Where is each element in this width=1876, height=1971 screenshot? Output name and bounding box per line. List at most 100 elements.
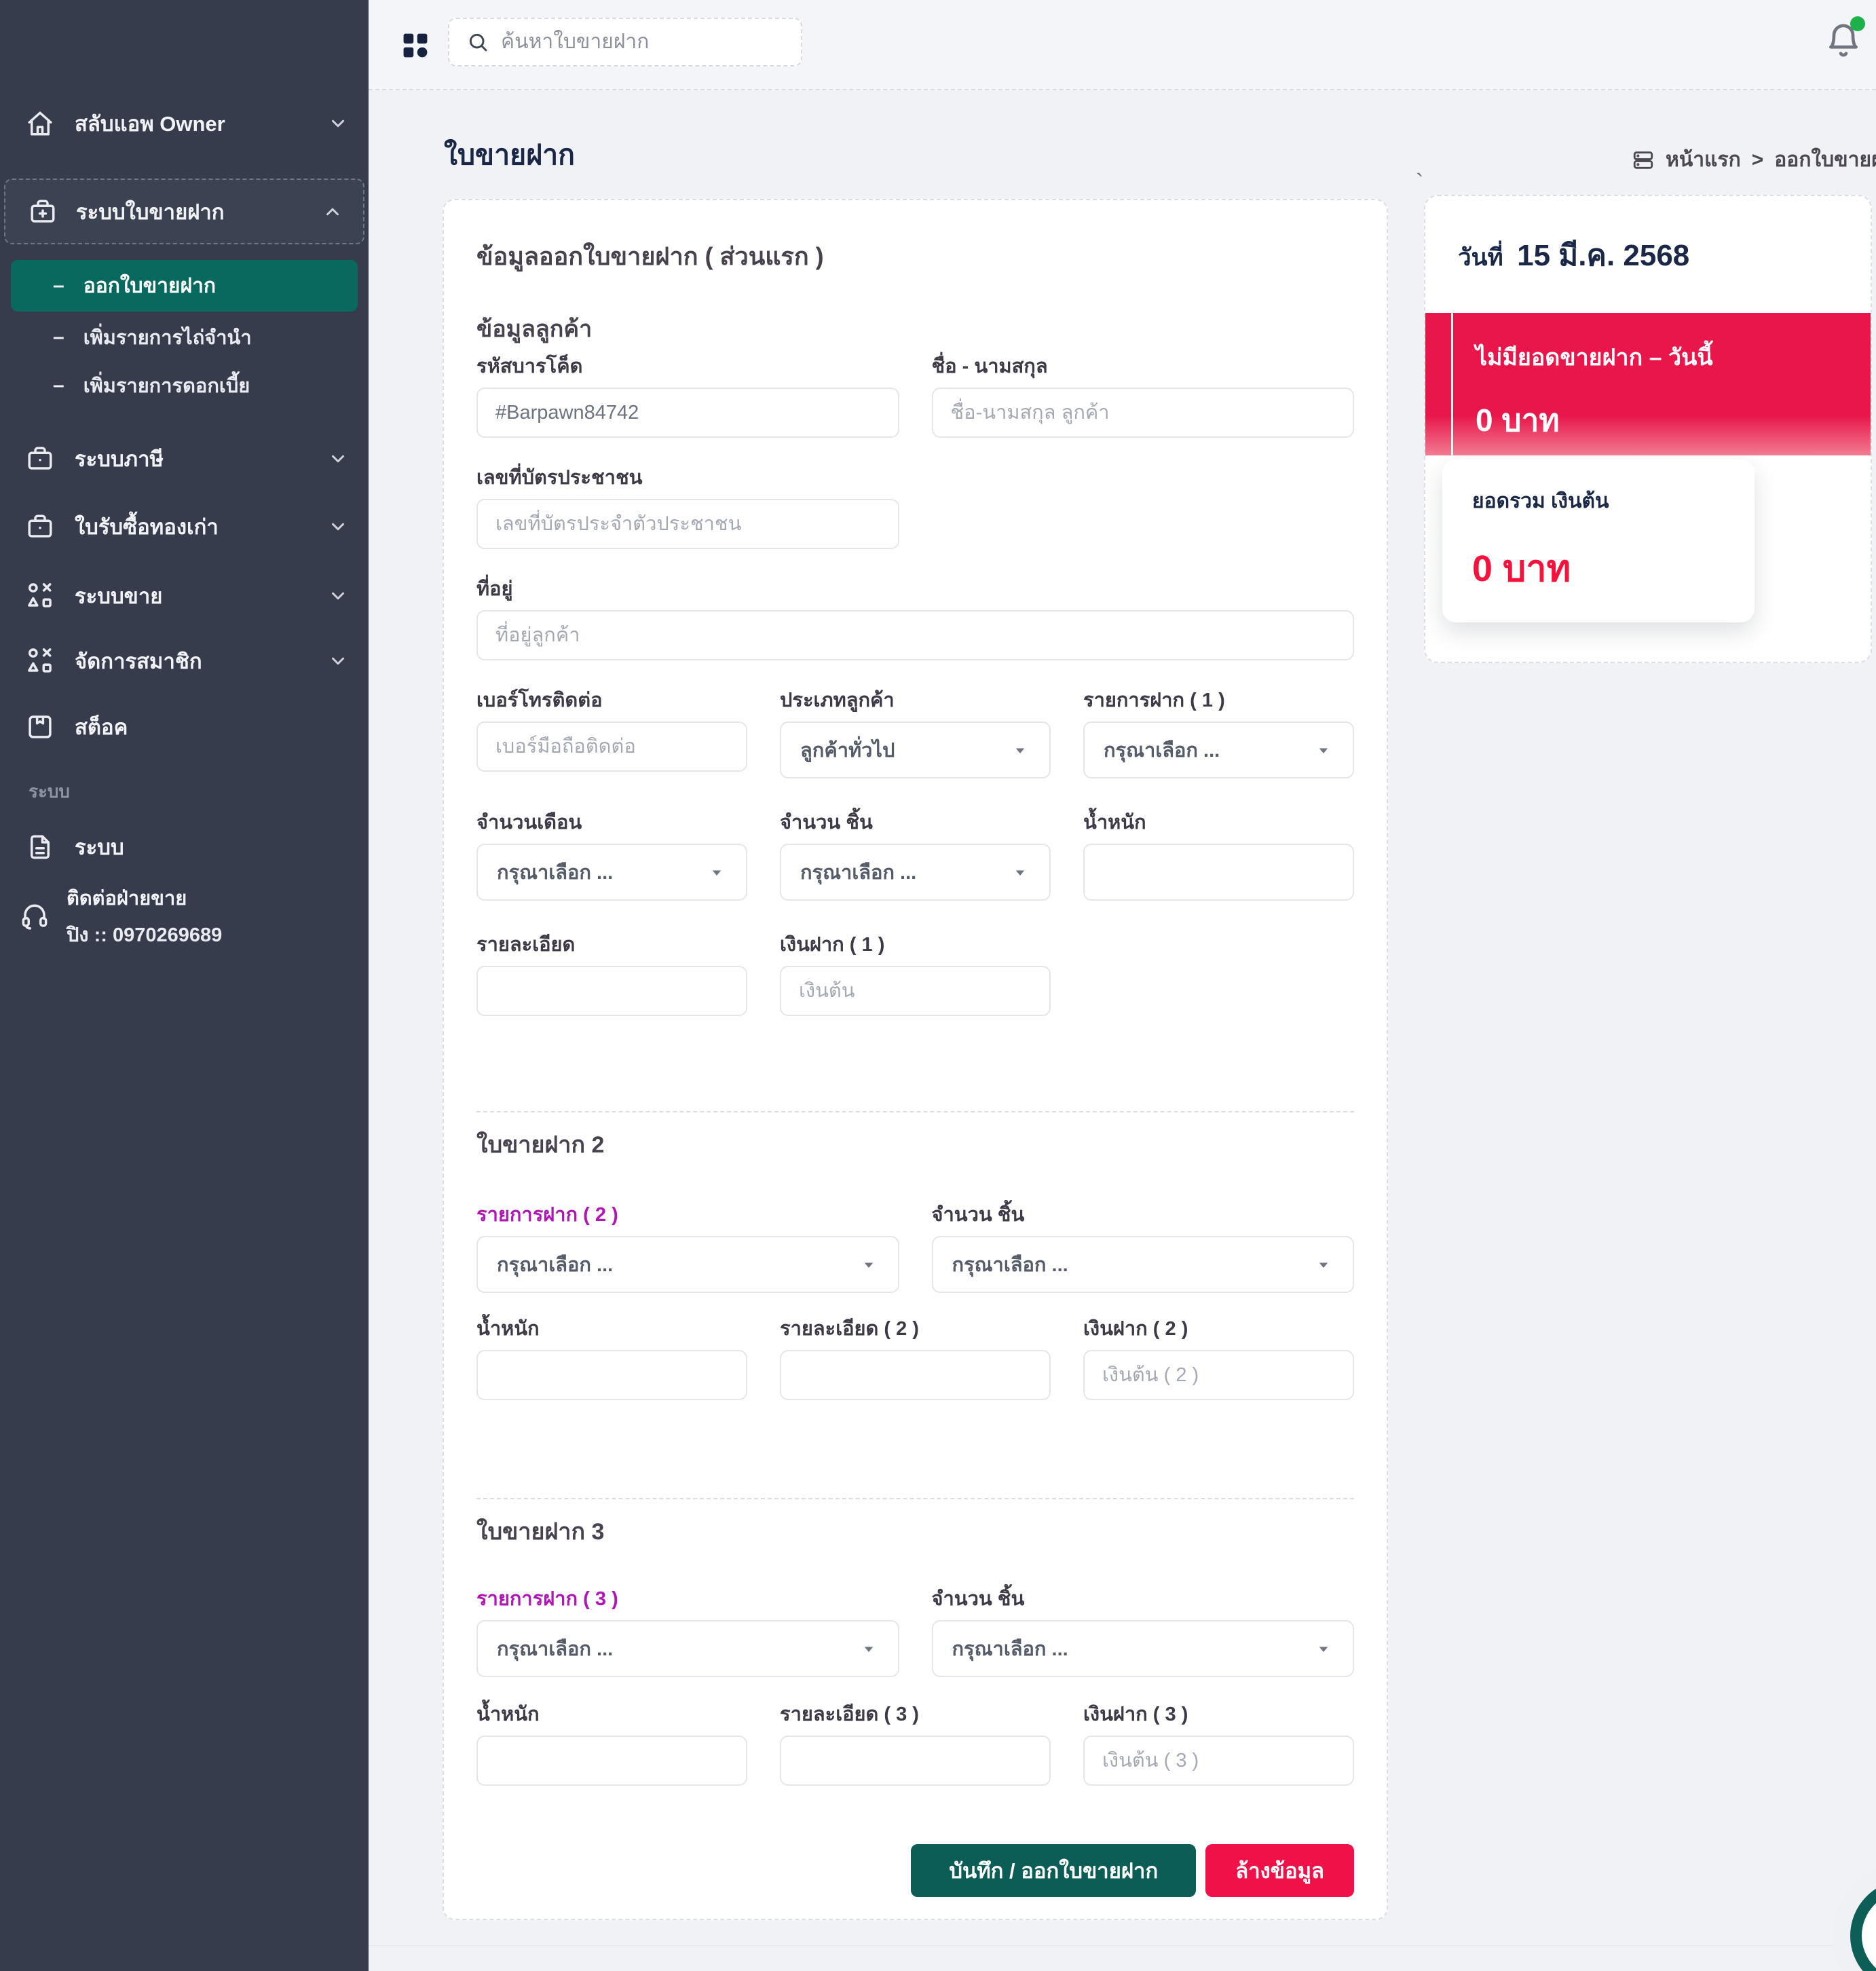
date-prefix: วันที่ — [1458, 244, 1503, 271]
top-header-bar — [369, 0, 1876, 90]
address-label: ที่อยู่ — [476, 578, 1354, 601]
weight-input[interactable] — [1083, 844, 1354, 901]
address-input[interactable] — [476, 610, 1354, 660]
customer-name-input[interactable] — [932, 388, 1355, 438]
sidebar-item-issue-pawn-ticket-active[interactable]: – ออกใบขายฝาก — [11, 260, 358, 312]
deposit-item-1-label: รายการฝาก ( 1 ) — [1083, 689, 1354, 712]
weight-3-input[interactable] — [476, 1735, 747, 1786]
select-value: กรุณาเลือก ... — [497, 857, 613, 888]
deposit-amount-2-input[interactable] — [1083, 1350, 1354, 1400]
breadcrumb-separator: > — [1752, 149, 1764, 172]
deposit-item-1-field: รายการฝาก ( 1 ) กรุณาเลือก ... — [1083, 689, 1354, 778]
chevron-up-icon — [322, 202, 343, 222]
sidebar-item-add-redeem[interactable]: – เพิ่มรายการไถ่จำนำ — [0, 314, 369, 361]
chevron-down-icon — [1313, 1254, 1334, 1275]
customer-info-title: ข้อมูลลูกค้า — [476, 314, 1354, 344]
weight-2-field: น้ำหนัก — [476, 1317, 747, 1400]
id-card-field: เลขที่บัตรประชาชน — [476, 466, 899, 549]
briefcase-plus-icon — [29, 198, 57, 226]
detail-2-label: รายละเอียด ( 2 ) — [780, 1317, 1051, 1340]
breadcrumb-home[interactable]: หน้าแรก — [1666, 144, 1741, 176]
detail-3-input[interactable] — [780, 1735, 1051, 1786]
search-box — [448, 18, 802, 67]
sidebar-item-label: สลับแอพ Owner — [75, 107, 225, 140]
deposit-amount-2-label: เงินฝาก ( 2 ) — [1083, 1317, 1354, 1340]
save-issue-button[interactable]: บันทึก / ออกใบขายฝาก — [911, 1844, 1196, 1897]
pieces-2-select[interactable]: กรุณาเลือก ... — [932, 1236, 1355, 1293]
home-icon — [26, 109, 54, 138]
banner-amount: 0 บาท — [1476, 396, 1560, 445]
deposit-item-1-select[interactable]: กรุณาเลือก ... — [1083, 721, 1354, 778]
clear-data-button[interactable]: ล้างข้อมูล — [1205, 1844, 1354, 1897]
phone-field: เบอร์โทรติดต่อ — [476, 689, 747, 778]
app-root: สลับแอพ Owner ระบบใบขายฝาก – ออกใบขายฝาก… — [0, 0, 1876, 1971]
sidebar-item-app-switch[interactable]: สลับแอพ Owner — [0, 100, 369, 147]
pieces-label: จำนวน ชิ้น — [780, 811, 1051, 834]
address-field: ที่อยู่ — [476, 578, 1354, 660]
contact-phone: ปิง :: 0970269689 — [67, 919, 222, 950]
no-sales-banner: ไม่มียอดขายฝาก – วันนี้ 0 บาท — [1425, 313, 1871, 455]
deposit-item-3-select[interactable]: กรุณาเลือก ... — [476, 1620, 899, 1677]
sidebar-group-pawn-system[interactable]: ระบบใบขายฝาก — [4, 179, 364, 244]
sidebar-item-stock[interactable]: สต็อค — [0, 703, 369, 751]
weight-label: น้ำหนัก — [1083, 811, 1354, 834]
detail-1-field: รายละเอียด — [476, 933, 747, 1016]
deposit-item-3-label: รายการฝาก ( 3 ) — [476, 1588, 899, 1611]
deposit-amount-3-label: เงินฝาก ( 3 ) — [1083, 1703, 1354, 1726]
customer-type-select[interactable]: ลูกค้าทั่วไป — [780, 721, 1051, 778]
select-value: กรุณาเลือก ... — [1104, 734, 1220, 766]
months-select[interactable]: กรุณาเลือก ... — [476, 844, 747, 901]
deposit-item-2-select[interactable]: กรุณาเลือก ... — [476, 1236, 899, 1293]
total-amount: 0 บาท — [1472, 539, 1725, 597]
sidebar-item-old-gold-receipt[interactable]: ใบรับซื้อทองเก่า — [0, 503, 369, 550]
pieces-3-select[interactable]: กรุณาเลือก ... — [932, 1620, 1355, 1677]
detail-2-field: รายละเอียด ( 2 ) — [780, 1317, 1051, 1400]
deposit-amount-1-field: เงินฝาก ( 1 ) — [780, 933, 1051, 1016]
sidebar-item-member-management[interactable]: จัดการสมาชิก — [0, 637, 369, 685]
sidebar-item-system[interactable]: ระบบ — [0, 823, 369, 871]
barcode-label: รหัสบารโค็ด — [476, 355, 899, 378]
deposit-amount-3-input[interactable] — [1083, 1735, 1354, 1786]
weight-2-input[interactable] — [476, 1350, 747, 1400]
chevron-down-icon — [328, 517, 348, 537]
dash-bullet: – — [53, 374, 64, 397]
chevron-down-icon — [1313, 1638, 1334, 1659]
phone-label: เบอร์โทรติดต่อ — [476, 689, 747, 712]
detail-3-label: รายละเอียด ( 3 ) — [780, 1703, 1051, 1726]
form-section1-title: ข้อมูลออกใบขายฝาก ( ส่วนแรก ) — [476, 241, 1354, 272]
sidebar-item-sales-system[interactable]: ระบบขาย — [0, 572, 369, 620]
deposit-amount-1-input[interactable] — [780, 966, 1051, 1016]
deposit-item-3-field: รายการฝาก ( 3 ) กรุณาเลือก ... — [476, 1588, 899, 1677]
phone-input[interactable] — [476, 721, 747, 772]
dashboard-grid-icon[interactable] — [400, 31, 430, 60]
id-card-label: เลขที่บัตรประชาชน — [476, 466, 899, 489]
shapes-icon — [26, 647, 54, 675]
banner-title: ไม่มียอดขายฝาก – วันนี้ — [1476, 339, 1713, 375]
id-card-input[interactable] — [476, 499, 899, 549]
sidebar-item-add-interest[interactable]: – เพิ่มรายการดอกเบี้ย — [0, 362, 369, 409]
sidebar-item-label: เพิ่มรายการไถ่จำนำ — [83, 322, 252, 353]
floating-chat-button[interactable] — [1850, 1880, 1876, 1971]
barcode-input[interactable] — [476, 388, 899, 438]
date-line: วันที่ 15 มี.ค. 2568 — [1425, 231, 1871, 279]
customer-type-field: ประเภทลูกค้า ลูกค้าทั่วไป — [780, 689, 1051, 778]
detail-1-input[interactable] — [476, 966, 747, 1016]
search-input[interactable] — [500, 30, 801, 54]
pieces-3-label: จำนวน ชิ้น — [932, 1588, 1355, 1611]
banner-stripe — [1451, 313, 1453, 455]
detail-2-input[interactable] — [780, 1350, 1051, 1400]
select-value: กรุณาเลือก ... — [497, 1249, 613, 1280]
pieces-select[interactable]: กรุณาเลือก ... — [780, 844, 1051, 901]
weight-field: น้ำหนัก — [1083, 811, 1354, 901]
chevron-down-icon — [1313, 740, 1334, 760]
pawn-ticket-form-card: ข้อมูลออกใบขายฝาก ( ส่วนแรก ) ข้อมูลลูกค… — [443, 199, 1388, 1920]
barcode-field: รหัสบารโค็ด — [476, 355, 899, 438]
sidebar-item-tax-system[interactable]: ระบบภาษี — [0, 435, 369, 483]
sidebar-contact-sales[interactable]: ติดต่อฝ่ายขาย ปิง :: 0970269689 — [20, 882, 222, 950]
briefcase-icon — [26, 445, 54, 473]
content-bottom-divider — [369, 1945, 1876, 1946]
customer-name-label: ชื่อ - นามสกุล — [932, 355, 1355, 378]
chevron-down-icon — [1010, 862, 1030, 882]
weight-3-field: น้ำหนัก — [476, 1703, 747, 1786]
chevron-down-icon — [328, 586, 348, 606]
